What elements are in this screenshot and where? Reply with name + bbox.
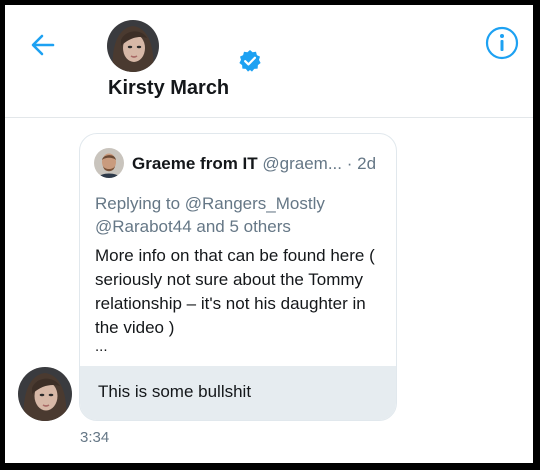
contact-avatar[interactable]	[107, 20, 159, 72]
conversation-info-button[interactable]	[484, 25, 520, 61]
info-icon	[485, 26, 519, 60]
verified-badge-icon	[238, 49, 262, 73]
back-arrow-icon	[31, 34, 55, 56]
message-text-area: This is some bullshit	[80, 366, 396, 420]
quoted-author-handle: @graem...	[262, 154, 343, 173]
quoted-tweet-body: More info on that can be found here ( se…	[95, 246, 375, 337]
message-bubble[interactable]: Graeme from IT @graem... · 2d Replying t…	[79, 133, 397, 421]
quoted-tweet-card[interactable]: Graeme from IT @graem... · 2d Replying t…	[80, 134, 396, 366]
quoted-tweet-ellipsis: ...	[95, 338, 108, 355]
contact-name[interactable]: Kirsty March	[108, 77, 229, 100]
quoted-tweet-header: Graeme from IT @graem... · 2d	[132, 154, 376, 174]
message-text: This is some bullshit	[98, 382, 252, 401]
conversation-header: Kirsty March	[5, 5, 533, 118]
back-button[interactable]	[27, 29, 59, 61]
replying-to-text: Replying to @Rangers_Mostly @Rarabot44 a…	[95, 194, 325, 236]
sender-avatar[interactable]	[18, 367, 72, 421]
dm-conversation-screen: Kirsty March Graeme from IT @graem... · …	[5, 5, 533, 463]
quoted-author-avatar	[94, 148, 124, 178]
quoted-tweet-time: · 2d	[346, 154, 377, 173]
message-timestamp: 3:34	[80, 429, 110, 446]
quoted-author-name: Graeme from IT	[132, 154, 258, 173]
